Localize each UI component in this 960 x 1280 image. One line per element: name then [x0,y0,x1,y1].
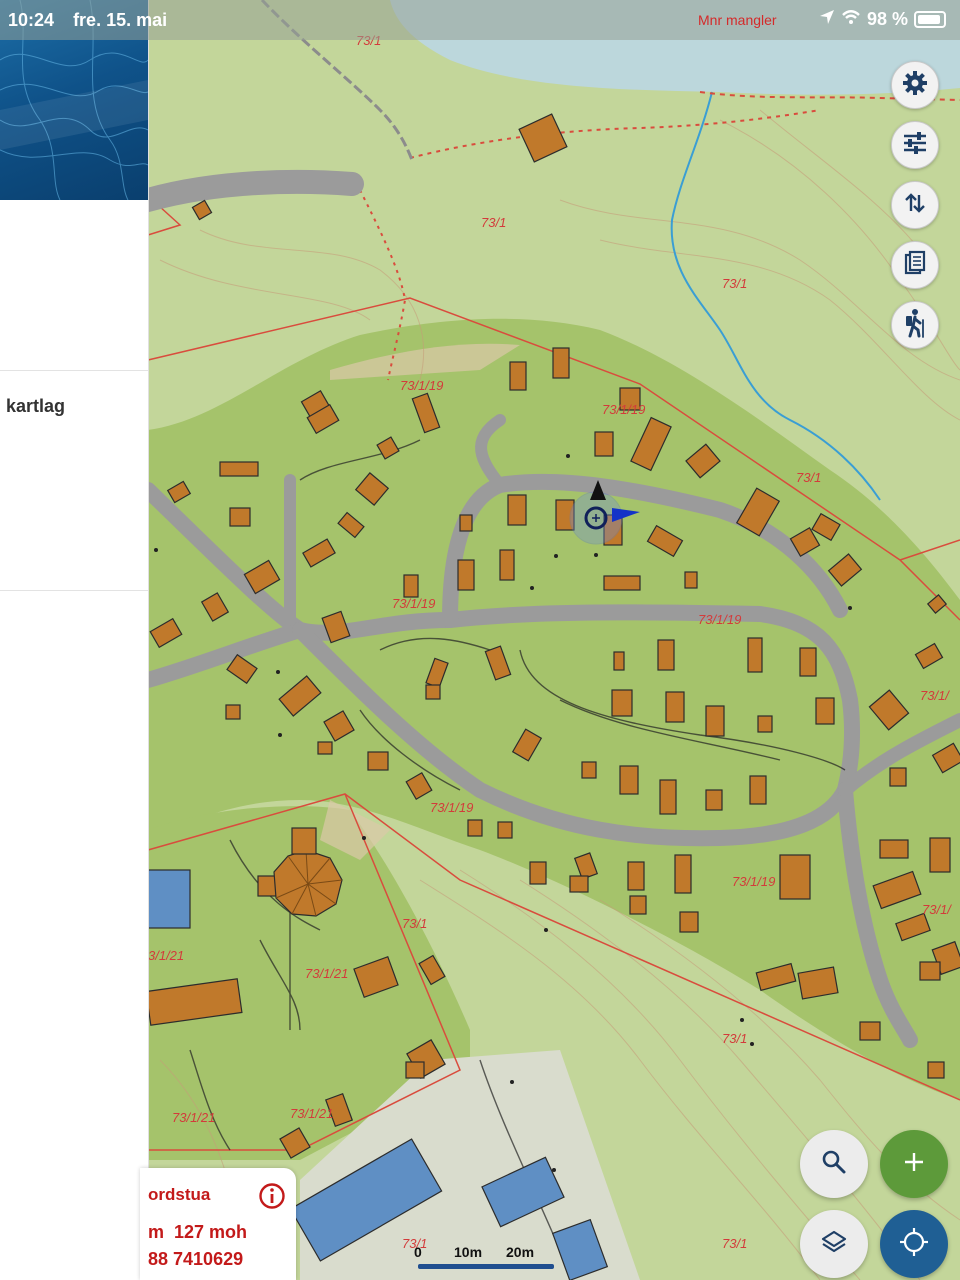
status-notice: Mnr mangler [698,12,777,28]
layers-icon [820,1229,848,1260]
info-icon[interactable] [258,1182,286,1215]
layers-button[interactable] [800,1210,868,1278]
document-icon [904,250,926,281]
parcel-label: 73/1/19 [392,596,435,611]
status-date: fre. 15. mai [73,10,168,30]
my-location-button[interactable] [880,1210,948,1278]
battery-percent: 98 % [866,9,908,29]
plus-icon [903,1151,925,1178]
parcel-label: 73/1/ [920,688,950,703]
parcel-label: 73/1/19 [732,874,775,889]
parcel-label: 73/1 [722,276,747,291]
location-info-card[interactable]: ordstua m 127 moh 88 7410629 [140,1168,296,1280]
altitude-text: m 127 moh [148,1222,248,1242]
parcel-label: 73/1/19 [430,800,473,815]
wifi-icon [841,9,861,30]
hiking-mode-button[interactable] [891,301,939,349]
settings-button[interactable] [891,61,939,109]
scale-zero: 0 [414,1244,422,1260]
parcel-label: 73/1 [402,916,427,931]
scale-line [418,1264,554,1269]
parcel-label: 73/1 [796,470,821,485]
parcel-label: 73/1 [481,215,506,230]
parcel-label: 73/1/21 [172,1110,215,1125]
sort-button[interactable] [891,181,939,229]
battery-icon [914,11,946,28]
parcel-label: 73/1/21 [305,966,348,981]
parcel-label: 3/1/21 [148,948,184,963]
parcel-label: 73/1/19 [400,378,443,393]
place-name: ordstua [148,1185,211,1204]
scale-bar: 0 10m 20m [414,1244,564,1272]
add-button[interactable] [880,1130,948,1198]
parcel-label: 73/1/ [922,902,952,917]
search-button[interactable] [800,1130,868,1198]
locate-icon [899,1227,929,1262]
hiker-icon [902,308,928,343]
parcel-label: 73/1/19 [698,612,741,627]
report-button[interactable] [891,241,939,289]
location-arrow-icon [819,9,835,30]
scale-max: 20m [506,1244,535,1260]
scale-mid: 10m [454,1244,483,1260]
status-time: 10:24 [8,10,55,30]
filter-button[interactable] [891,121,939,169]
gear-icon [902,70,928,101]
status-bar: 10:24 fre. 15. mai Mnr mangler 98 % [0,0,960,40]
search-icon [821,1149,847,1180]
parcel-label: 73/1 [722,1031,747,1046]
parcel-label: 73/1 [722,1236,747,1251]
parcel-label: 73/1/19 [602,402,645,417]
phone-text: 88 7410629 [148,1249,244,1269]
parcel-label: 73/1/21 [290,1106,333,1121]
sliders-icon [902,131,928,159]
layer-label[interactable]: kartlag [6,396,65,417]
side-panel: kartlag [0,0,149,1280]
sort-arrows-icon [904,191,926,220]
